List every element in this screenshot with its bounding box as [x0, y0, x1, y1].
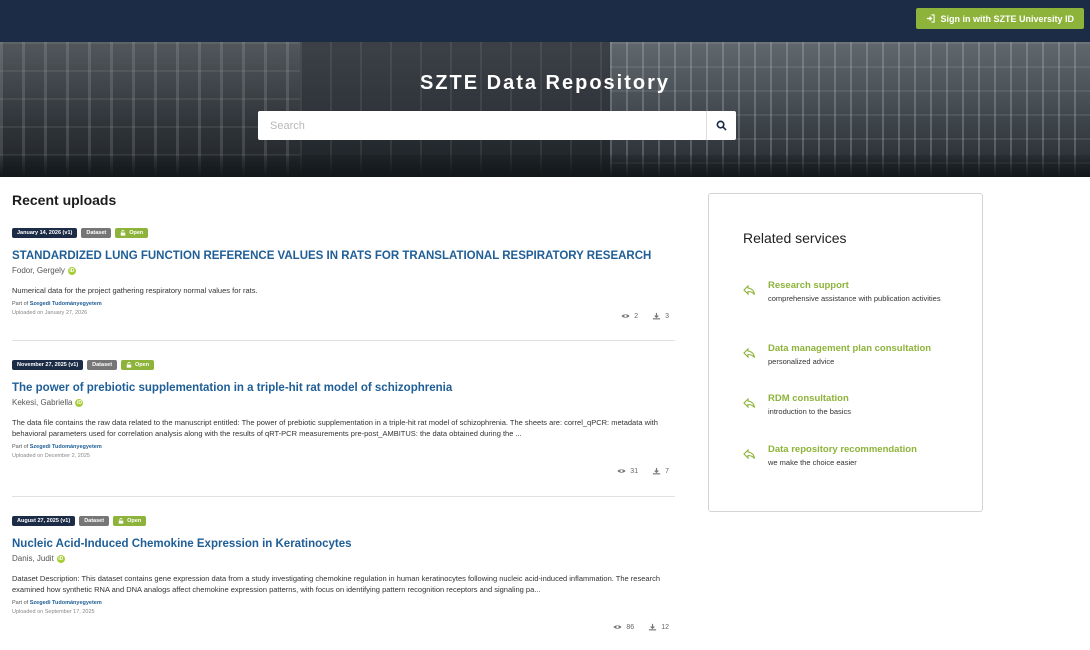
downloads-stat: 3: [652, 312, 669, 320]
record-labels: November 27, 2025 (v1) Dataset Open: [12, 360, 675, 370]
share-arrow-icon: [743, 397, 756, 409]
upload-date: Uploaded on September 17, 2025: [12, 609, 95, 615]
page-title: SZTE Data Repository: [419, 72, 671, 94]
publication-date-badge: August 27, 2025 (v1): [12, 516, 76, 526]
orcid-icon[interactable]: iD: [56, 554, 65, 563]
resource-type-badge: Dataset: [79, 516, 110, 526]
downloads-stat: 12: [648, 623, 669, 631]
record-title-link[interactable]: Nucleic Acid-Induced Chemokine Expressio…: [12, 538, 675, 551]
orcid-icon[interactable]: iD: [75, 398, 84, 407]
top-navbar: Sign in with SZTE University ID: [0, 0, 1090, 42]
service-title[interactable]: Data management plan consultation: [768, 343, 931, 354]
service-description: personalized advice: [768, 357, 835, 366]
download-icon: [649, 623, 657, 631]
unlock-icon: [126, 362, 132, 368]
download-icon: [652, 467, 661, 475]
login-icon: [927, 14, 936, 23]
unlock-icon: [120, 230, 126, 236]
divider: [12, 496, 675, 497]
views-stat: 2: [621, 312, 638, 320]
record-stats: 86 12: [613, 623, 669, 631]
search-input[interactable]: [258, 111, 706, 140]
views-stat: 86: [613, 623, 634, 631]
record-stats: 2 3: [621, 312, 669, 320]
signin-button[interactable]: Sign in with SZTE University ID: [916, 8, 1084, 29]
upload-date: Uploaded on December 2, 2025: [12, 453, 90, 459]
unlock-icon: [118, 518, 124, 524]
record-creator: Fodor, Gergely iD: [12, 266, 675, 275]
eye-icon: [621, 314, 630, 318]
divider: [12, 340, 675, 341]
creator-name[interactable]: Danis, Judit: [12, 554, 54, 563]
share-arrow-icon: [743, 347, 756, 359]
record-labels: August 27, 2025 (v1) Dataset Open: [12, 516, 675, 526]
community-link[interactable]: Szegedi Tudományegyetem: [30, 301, 102, 307]
downloads-stat: 7: [652, 467, 669, 475]
record-item: January 14, 2026 (v1) Dataset Open STAND…: [12, 228, 675, 328]
service-title[interactable]: Data repository recommendation: [768, 444, 917, 455]
record-item: August 27, 2025 (v1) Dataset Open Nuclei…: [12, 516, 675, 641]
service-description: we make the choice easier: [768, 458, 857, 467]
resource-type-badge: Dataset: [81, 228, 112, 238]
resource-type-badge: Dataset: [87, 360, 118, 370]
record-description: Dataset Description: This dataset contai…: [12, 574, 660, 594]
record-description: Numerical data for the project gathering…: [12, 286, 258, 295]
access-badge: Open: [121, 360, 155, 370]
upload-date: Uploaded on January 27, 2026: [12, 310, 88, 316]
signin-label: Sign in with SZTE University ID: [940, 13, 1074, 24]
service-title[interactable]: RDM consultation: [768, 393, 851, 404]
eye-icon: [617, 469, 626, 473]
creator-name[interactable]: Fodor, Gergely: [12, 266, 65, 275]
record-creator: Danis, Judit iD: [12, 554, 675, 563]
record-title-link[interactable]: STANDARDIZED LUNG FUNCTION REFERENCE VAL…: [12, 250, 675, 263]
record-creator: Kekesi, Gabriella iD: [12, 398, 675, 407]
search-button[interactable]: [706, 111, 736, 140]
share-arrow-icon: [743, 284, 756, 296]
related-services-heading: Related services: [743, 230, 847, 246]
related-services-panel: Related services Research support compre…: [708, 193, 983, 512]
hero-banner: SZTE Data Repository: [0, 42, 1090, 177]
service-item-research-support[interactable]: Research support comprehensive assistanc…: [742, 280, 967, 304]
record-item: November 27, 2025 (v1) Dataset Open The …: [12, 360, 675, 485]
creator-name[interactable]: Kekesi, Gabriella: [12, 398, 72, 407]
community-link[interactable]: Szegedi Tudományegyetem: [30, 600, 102, 606]
service-description: introduction to the basics: [768, 407, 851, 416]
search-bar: [258, 111, 736, 140]
record-title-link[interactable]: The power of prebiotic supplementation i…: [12, 382, 675, 395]
service-description: comprehensive assistance with publicatio…: [768, 294, 941, 303]
publication-date-badge: January 14, 2026 (v1): [12, 228, 78, 238]
orcid-icon[interactable]: iD: [67, 266, 76, 275]
record-labels: January 14, 2026 (v1) Dataset Open: [12, 228, 675, 238]
service-item-rdm-consultation[interactable]: RDM consultation introduction to the bas…: [742, 393, 967, 417]
service-item-dmp-consultation[interactable]: Data management plan consultation person…: [742, 343, 967, 367]
access-badge: Open: [115, 228, 149, 238]
record-community: Part of Szegedi Tudományegyetem: [12, 301, 102, 307]
record-community: Part of Szegedi Tudományegyetem: [12, 600, 102, 606]
record-community: Part of Szegedi Tudományegyetem: [12, 444, 102, 450]
record-description: The data file contains the raw data rela…: [12, 418, 658, 438]
recent-uploads-heading: Recent uploads: [12, 192, 117, 208]
eye-icon: [613, 625, 622, 629]
service-item-repository-recommendation[interactable]: Data repository recommendation we make t…: [742, 444, 967, 468]
share-arrow-icon: [743, 448, 756, 460]
record-stats: 31 7: [617, 467, 669, 475]
access-badge: Open: [113, 516, 147, 526]
service-title[interactable]: Research support: [768, 280, 941, 291]
search-icon: [716, 120, 727, 131]
download-icon: [652, 312, 661, 320]
publication-date-badge: November 27, 2025 (v1): [12, 360, 84, 370]
community-link[interactable]: Szegedi Tudományegyetem: [30, 444, 102, 450]
views-stat: 31: [617, 467, 638, 475]
